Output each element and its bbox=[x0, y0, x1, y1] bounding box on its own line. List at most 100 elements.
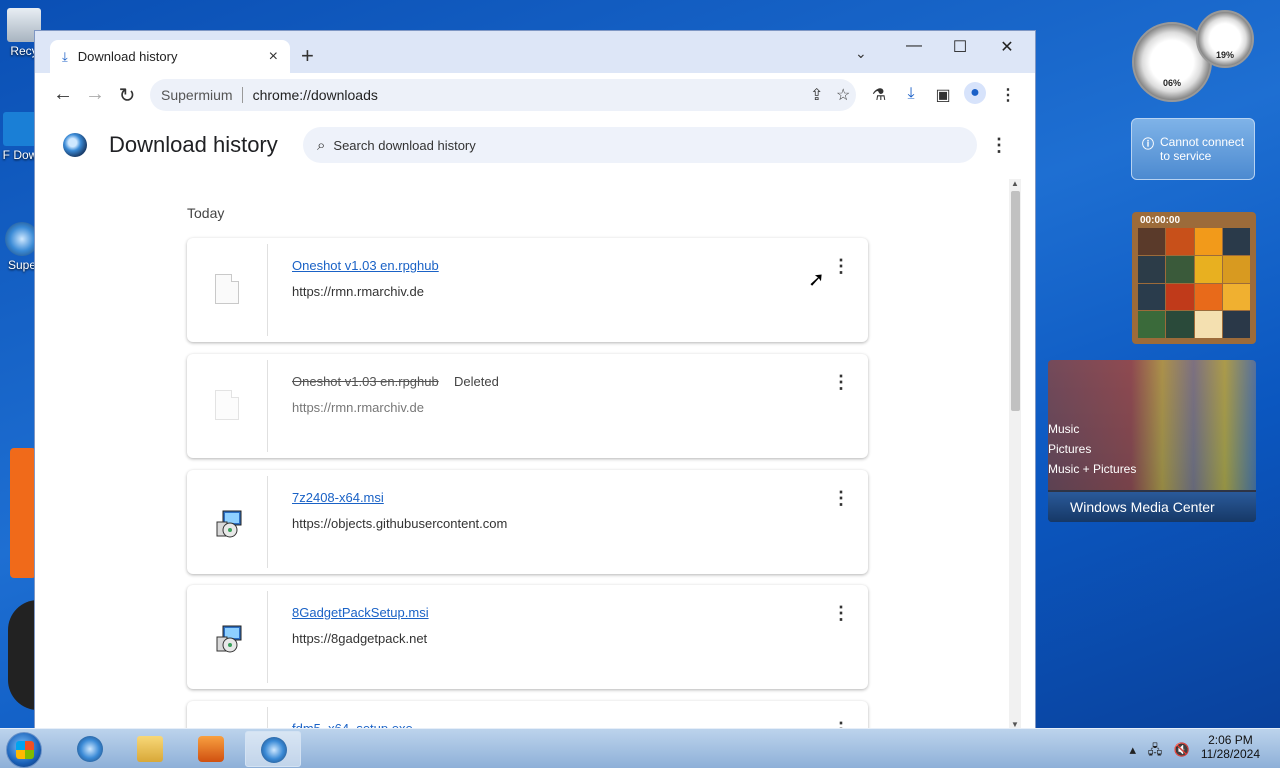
media-center-item-music[interactable]: Music bbox=[1048, 422, 1079, 436]
maximize-button[interactable]: ☐ bbox=[945, 37, 975, 57]
tab-close-button[interactable]: × bbox=[269, 48, 278, 66]
clock-time: 2:06 PM bbox=[1208, 733, 1253, 747]
tab-search-button[interactable]: ⌄ bbox=[855, 45, 867, 62]
close-window-button[interactable]: ✕ bbox=[992, 37, 1022, 57]
puzzle-tile[interactable] bbox=[1138, 228, 1166, 255]
download-file-link[interactable]: Oneshot v1.03 en.rpghub bbox=[292, 258, 439, 273]
page-scrollbar[interactable]: ▲ ▼ bbox=[1009, 179, 1021, 729]
search-input[interactable] bbox=[333, 137, 934, 153]
puzzle-tile[interactable] bbox=[1166, 228, 1194, 255]
puzzle-grid[interactable] bbox=[1138, 228, 1250, 338]
download-source-url: https://8gadgetpack.net bbox=[292, 631, 428, 646]
downloads-header: Download history ⌕ ⋮ bbox=[35, 117, 1035, 175]
download-item: 7z2408-x64.msi https://objects.githubuse… bbox=[187, 470, 868, 574]
supermium-icon bbox=[261, 737, 287, 763]
network-icon[interactable]: 🖧 bbox=[1148, 742, 1163, 757]
browser-menu-icon[interactable]: ⋮ bbox=[997, 85, 1019, 105]
desktop-icon-label: F Dow bbox=[2, 148, 38, 162]
download-item: Oneshot v1.03 en.rpghub https://rmn.rmar… bbox=[187, 238, 868, 342]
labs-flask-icon[interactable]: ⚗ bbox=[868, 85, 890, 105]
section-label-today: Today bbox=[187, 205, 225, 221]
puzzle-tile[interactable] bbox=[1194, 311, 1222, 338]
puzzle-tile[interactable] bbox=[1194, 228, 1222, 255]
puzzle-tile[interactable] bbox=[1194, 255, 1222, 283]
download-file-link[interactable]: 8GadgetPackSetup.msi bbox=[292, 605, 429, 620]
puzzle-timer: 00:00:00 bbox=[1140, 215, 1181, 226]
share-icon[interactable]: ⇪ bbox=[810, 85, 823, 105]
profile-avatar-icon[interactable]: ● bbox=[964, 82, 986, 104]
puzzle-tile[interactable] bbox=[1166, 311, 1194, 338]
download-file-name: Oneshot v1.03 en.rpghub bbox=[292, 374, 439, 389]
mouse-cursor-icon: ➚ bbox=[808, 269, 825, 291]
puzzle-tile[interactable] bbox=[1222, 228, 1250, 255]
search-box[interactable]: ⌕ bbox=[303, 127, 977, 163]
notice-text-line1: Cannot connect bbox=[1160, 135, 1245, 149]
puzzle-tile[interactable] bbox=[1166, 255, 1194, 283]
reload-button[interactable]: ↻ bbox=[115, 83, 139, 108]
clock-date: 11/28/2024 bbox=[1200, 747, 1260, 761]
download-item-icon-column bbox=[187, 476, 268, 568]
tab-download-history[interactable]: ⤓ Download history × bbox=[50, 40, 290, 73]
download-item: fdm5_x64_setup.exe ⋮ bbox=[187, 701, 868, 731]
windows-logo-icon bbox=[16, 741, 34, 759]
taskbar-app-supermium-active[interactable] bbox=[245, 731, 301, 767]
notice-gadget[interactable]: ⓘ Cannot connect to service bbox=[1131, 118, 1255, 180]
puzzle-tile[interactable] bbox=[1194, 283, 1222, 311]
back-button[interactable]: ← bbox=[51, 83, 75, 106]
cpu-usage-value: 06% bbox=[1162, 78, 1181, 88]
item-more-actions-icon[interactable]: ⋮ bbox=[832, 256, 850, 277]
media-center-title: Windows Media Center bbox=[1048, 492, 1256, 522]
puzzle-tile[interactable] bbox=[1222, 311, 1250, 338]
taskbar-app-media-player[interactable] bbox=[183, 731, 239, 767]
start-button[interactable] bbox=[6, 732, 42, 768]
download-item-icon-column bbox=[187, 591, 268, 683]
download-source-url: https://rmn.rmarchiv.de bbox=[292, 284, 424, 299]
download-status-label: Deleted bbox=[454, 374, 499, 389]
downloads-icon[interactable]: ⤓ bbox=[900, 85, 922, 103]
taskbar-app-supermium[interactable] bbox=[62, 731, 118, 767]
taskbar: ▴ 🖧 🔇 2:06 PM 11/28/2024 bbox=[0, 728, 1280, 768]
download-file-link[interactable]: 7z2408-x64.msi bbox=[292, 490, 384, 505]
item-more-actions-icon[interactable]: ⋮ bbox=[832, 488, 850, 509]
puzzle-tile[interactable] bbox=[1138, 283, 1166, 311]
desktop-gadget-orange[interactable] bbox=[10, 448, 36, 578]
media-player-icon bbox=[198, 736, 224, 762]
item-more-actions-icon[interactable]: ⋮ bbox=[832, 372, 850, 393]
scroll-up-arrow-icon[interactable]: ▲ bbox=[1009, 179, 1021, 188]
browser-brand-label: Supermium bbox=[161, 87, 243, 103]
picture-puzzle-gadget[interactable]: 00:00:00 bbox=[1132, 212, 1256, 344]
download-icon: ⤓ bbox=[62, 48, 68, 64]
side-panel-icon[interactable]: ▣ bbox=[932, 85, 954, 105]
supermium-logo-icon bbox=[63, 133, 87, 157]
msi-installer-icon bbox=[216, 510, 242, 538]
new-tab-button[interactable]: + bbox=[301, 43, 314, 69]
puzzle-tile[interactable] bbox=[1222, 255, 1250, 283]
bookmark-star-icon[interactable]: ☆ bbox=[836, 85, 850, 105]
puzzle-tile[interactable] bbox=[1138, 255, 1166, 283]
url-text: chrome://downloads bbox=[252, 87, 378, 103]
show-hidden-icons-arrow[interactable]: ▴ bbox=[1130, 742, 1137, 757]
page-menu-icon[interactable]: ⋮ bbox=[990, 135, 1008, 156]
supermium-icon bbox=[77, 736, 103, 762]
media-center-item-music-pictures[interactable]: Music + Pictures bbox=[1048, 462, 1136, 476]
puzzle-tile[interactable] bbox=[1138, 311, 1166, 338]
ram-meter-gadget[interactable]: 19% bbox=[1196, 10, 1254, 68]
system-tray: ▴ 🖧 🔇 bbox=[1130, 741, 1190, 763]
puzzle-tile[interactable] bbox=[1222, 283, 1250, 311]
scrollbar-thumb[interactable] bbox=[1011, 191, 1020, 411]
media-center-gadget[interactable]: Music Pictures Music + Pictures Windows … bbox=[1048, 360, 1256, 522]
download-item-icon-column bbox=[187, 244, 268, 336]
volume-muted-icon[interactable]: 🔇 bbox=[1174, 742, 1190, 757]
msi-installer-icon bbox=[216, 625, 242, 653]
taskbar-app-explorer[interactable] bbox=[122, 731, 178, 767]
media-center-item-pictures[interactable]: Pictures bbox=[1048, 442, 1091, 456]
address-bar[interactable]: Supermium chrome://downloads ⇪ ☆ bbox=[150, 79, 856, 111]
forward-button[interactable]: → bbox=[83, 83, 107, 106]
download-manager-icon bbox=[3, 112, 37, 146]
minimize-button[interactable]: — bbox=[899, 37, 929, 55]
tab-title: Download history bbox=[77, 49, 178, 64]
puzzle-tile[interactable] bbox=[1166, 283, 1194, 311]
item-more-actions-icon[interactable]: ⋮ bbox=[832, 603, 850, 624]
download-item: Oneshot v1.03 en.rpghub Deleted https://… bbox=[187, 354, 868, 458]
clock[interactable]: 2:06 PM 11/28/2024 bbox=[1201, 733, 1260, 761]
